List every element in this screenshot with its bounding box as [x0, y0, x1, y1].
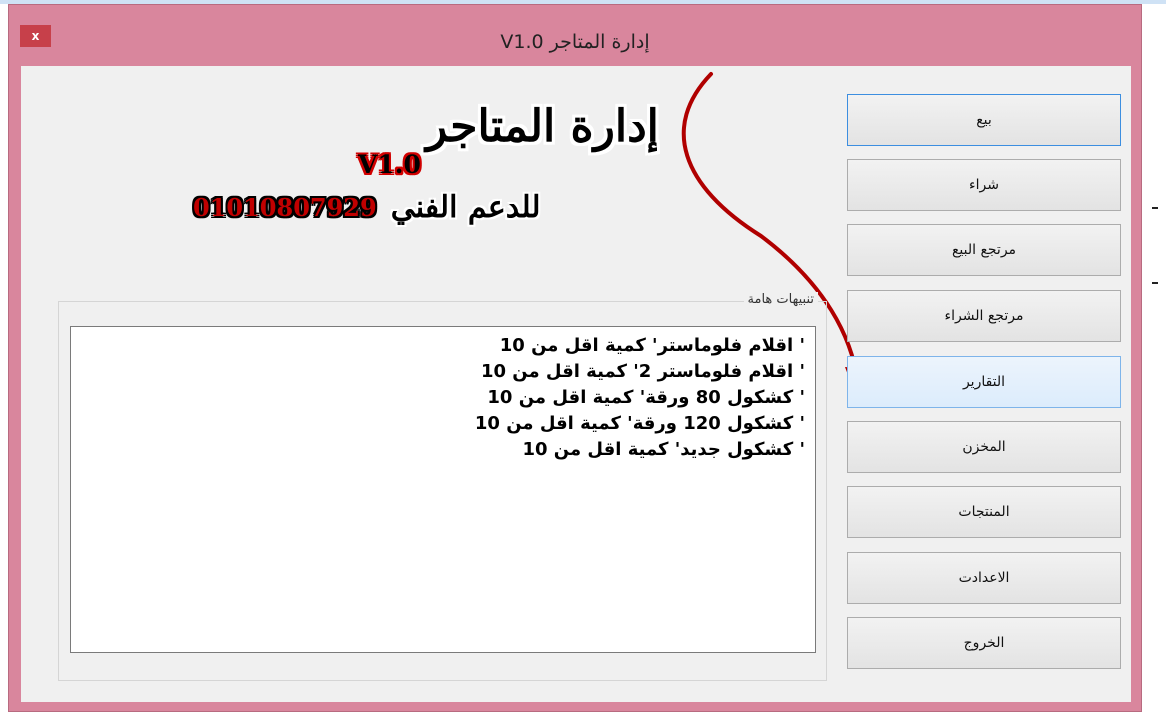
settings-button[interactable]: الاعدادت	[847, 552, 1121, 604]
alert-item: ' كشكول 80 ورقة' كمية اقل من 10	[487, 387, 805, 408]
background-mark	[1152, 207, 1158, 209]
purchase-return-button[interactable]: مرتجع الشراء	[847, 290, 1121, 342]
alerts-legend: تنبيهات هامة	[743, 292, 818, 307]
main-window: x إدارة المتاجر V1.0 إدارة المتاجر V1.0 …	[8, 4, 1142, 712]
window-title: إدارة المتاجر V1.0	[500, 31, 650, 53]
app-logo-version: V1.0	[358, 150, 421, 179]
support-label: للدعم الفني	[390, 190, 541, 225]
alert-item: ' كشكول جديد' كمية اقل من 10	[522, 439, 805, 460]
alert-item: ' اقلام فلوماستر 2' كمية اقل من 10	[480, 361, 805, 382]
sell-button[interactable]: بيع	[847, 94, 1121, 146]
support-phone: 01010807929	[193, 193, 377, 222]
app-logo-title: إدارة المتاجر	[426, 101, 659, 152]
exit-button[interactable]: الخروج	[847, 617, 1121, 669]
alert-item: ' اقلام فلوماستر' كمية اقل من 10	[499, 335, 805, 356]
client-area: إدارة المتاجر V1.0 01010807929 للدعم الف…	[21, 66, 1131, 702]
alerts-list[interactable]: ' اقلام فلوماستر' كمية اقل من 10 ' اقلام…	[70, 326, 816, 653]
support-info: 01010807929 للدعم الفني	[193, 190, 541, 225]
background-mark	[1152, 282, 1158, 284]
alerts-group: تنبيهات هامة ' اقلام فلوماستر' كمية اقل …	[58, 292, 827, 681]
sales-return-button[interactable]: مرتجع البيع	[847, 224, 1121, 276]
warehouse-button[interactable]: المخزن	[847, 421, 1121, 473]
products-button[interactable]: المنتجات	[847, 486, 1121, 538]
title-bar[interactable]: x إدارة المتاجر V1.0	[9, 5, 1141, 65]
buy-button[interactable]: شراء	[847, 159, 1121, 211]
alert-item: ' كشكول 120 ورقة' كمية اقل من 10	[474, 413, 805, 434]
reports-button[interactable]: التقارير	[847, 356, 1121, 408]
